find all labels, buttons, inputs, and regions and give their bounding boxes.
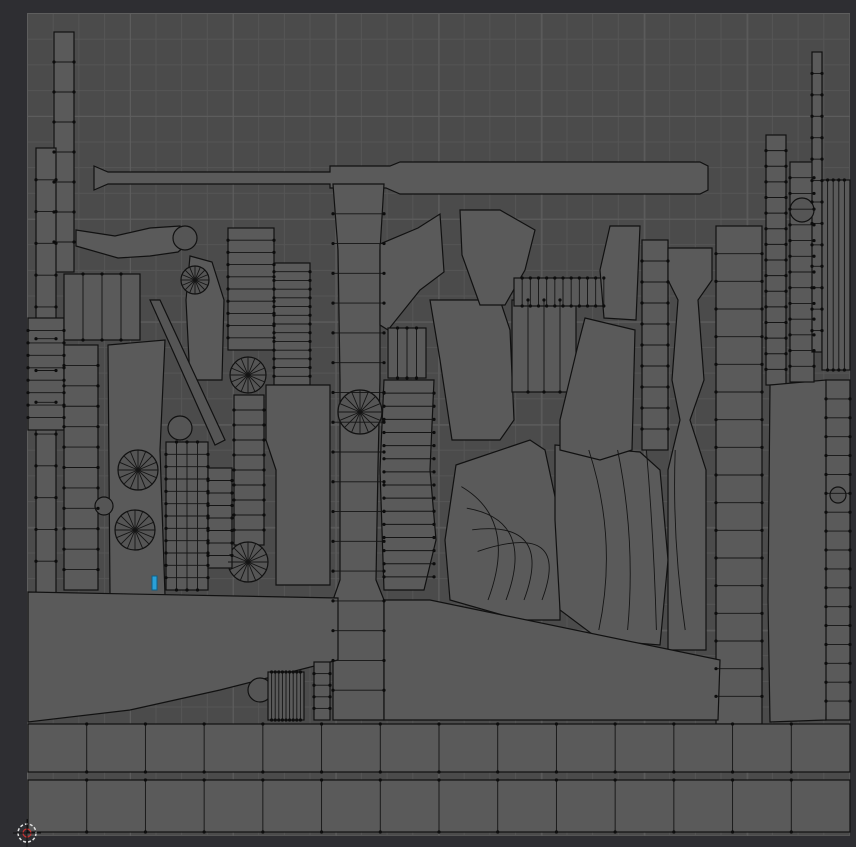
uv-island-top-pipe[interactable]: [93, 161, 709, 195]
uv-island-curved-sleeve-right[interactable]: [554, 444, 669, 646]
uv-islands-layer[interactable]: [0, 0, 856, 847]
uv-editor-viewport[interactable]: [0, 0, 856, 847]
selected-uv-face[interactable]: [151, 575, 158, 591]
uv-island-right-columns[interactable]: [641, 51, 851, 725]
uv-island-mid-left-tower[interactable]: [227, 227, 331, 586]
uv-island-cone[interactable]: [379, 212, 445, 379]
